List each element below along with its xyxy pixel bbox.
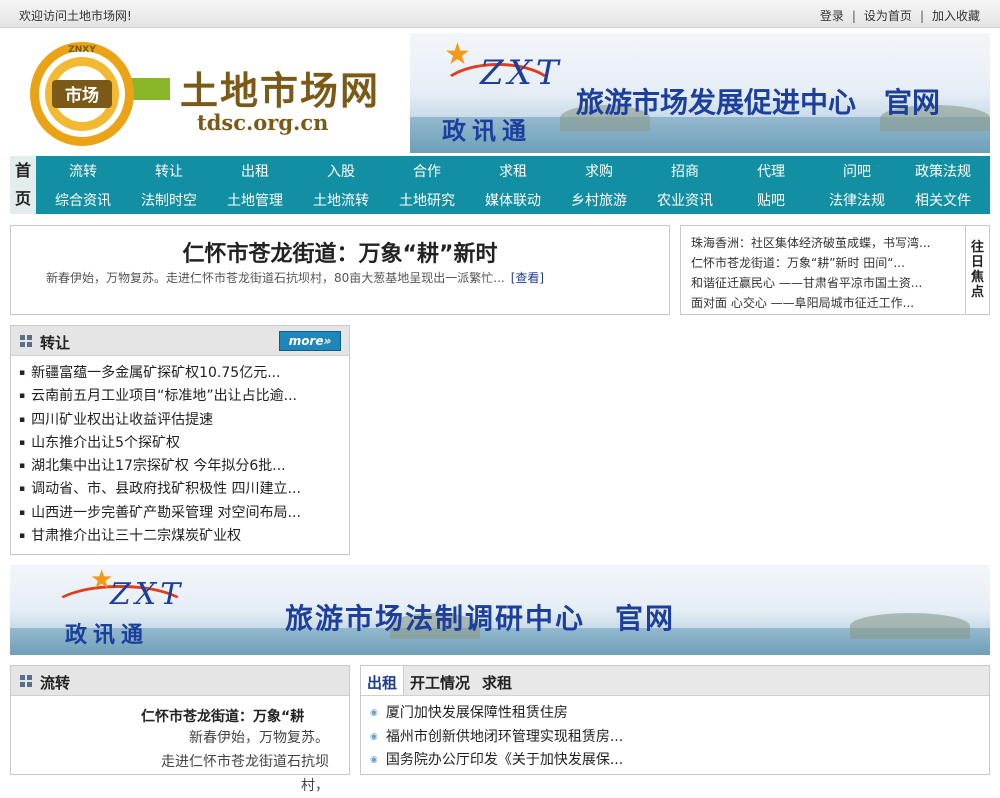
nav-item[interactable]: 代理 [728, 161, 814, 181]
grid-icon [20, 675, 32, 687]
focus-item[interactable]: 面对面 心交心 ——阜阳局城市征迁工作... [691, 293, 930, 313]
focus-item[interactable]: 和谐征迁赢民心 ——甘肃省平凉市国土资... [691, 273, 930, 293]
banner-brand: ZXT [480, 53, 563, 93]
site-name: 土地市场网 [180, 68, 381, 113]
transfer-box: 转让 more» 新疆富蕴一多金属矿探矿权10.75亿元... 云南前五月工业项… [10, 325, 350, 555]
nav-item[interactable]: 土地管理 [212, 190, 298, 210]
list-item[interactable]: 国务院办公厅印发《关于加快发展保... [370, 749, 989, 773]
more-button[interactable]: more» [279, 331, 341, 351]
headline-box: 仁怀市苍龙街道：万象“耕”新时 新春伊始，万物复苏。走进仁怀市苍龙街道石抗坝村，… [10, 225, 670, 315]
set-homepage-link[interactable]: 设为首页 [864, 9, 912, 23]
nav-item[interactable]: 法制时空 [126, 190, 212, 210]
banner-brand: ZXT [110, 577, 185, 612]
list-item[interactable]: 新疆富蕴一多金属矿探矿权10.75亿元... [19, 362, 349, 385]
list-item[interactable]: 四川矿业权出让收益评估提速 [19, 409, 349, 432]
headline-summary: 新春伊始，万物复苏。走进仁怀市苍龙街道石抗坝村，80亩大葱基地呈现出一派繁忙..… [46, 271, 545, 285]
welcome-text: 欢迎访问土地市场网! [19, 9, 132, 23]
logo-center-text: 市场 [65, 85, 99, 106]
rent-tabs-box: 出租 开工情况 求租 厦门加快发展保障性租赁住房 福州市创新供地闭环管理实现租赁… [360, 665, 990, 775]
login-link[interactable]: 登录 [820, 9, 844, 23]
main-nav: 首页 流转 转让 出租 入股 合作 求租 求购 招商 代理 问吧 政策法规 综合… [10, 156, 990, 214]
top-bar: 欢迎访问土地市场网! 登录 | 设为首页 | 加入收藏 [0, 0, 1000, 28]
nav-item[interactable]: 土地研究 [384, 190, 470, 210]
list-item[interactable]: 云南前五月工业项目“标准地”出让占比逾... [19, 385, 349, 408]
add-favorite-link[interactable]: 加入收藏 [932, 9, 980, 23]
site-domain: tdsc.org.cn [197, 110, 329, 135]
list-item[interactable]: 湖北集中出让17宗探矿权 今年拟分6批... [19, 455, 349, 478]
circulation-title: 流转 [40, 674, 71, 692]
nav-item[interactable]: 问吧 [814, 161, 900, 181]
nav-item[interactable]: 土地流转 [298, 190, 384, 210]
nav-item[interactable]: 招商 [642, 161, 728, 181]
nav-row-1: 流转 转让 出租 入股 合作 求租 求购 招商 代理 问吧 政策法规 [40, 161, 990, 181]
nav-home[interactable]: 首页 [10, 156, 36, 214]
nav-item[interactable]: 求购 [556, 161, 642, 181]
nav-item[interactable]: 出租 [212, 161, 298, 181]
nav-row-2: 综合资讯 法制时空 土地管理 土地流转 土地研究 媒体联动 乡村旅游 农业资讯 … [40, 190, 990, 210]
focus-item[interactable]: 珠海香洲：社区集体经济破茧成蝶，书写湾... [691, 233, 930, 253]
list-item[interactable]: 福州市创新供地闭环管理实现租赁房... [370, 726, 989, 750]
past-focus-label: 往日焦点 [965, 226, 989, 314]
list-item[interactable]: 山东推介出让5个探矿权 [19, 432, 349, 455]
past-focus-box: 珠海香洲：社区集体经济破茧成蝶，书写湾... 仁怀市苍龙街道：万象“耕”新时 田… [680, 225, 990, 315]
grid-icon [20, 335, 32, 347]
nav-item[interactable]: 法律法规 [814, 190, 900, 210]
nav-item[interactable]: 农业资讯 [642, 190, 728, 210]
mid-banner-ad[interactable]: ★ ZXT 政讯通 旅游市场法制调研中心 官网 [10, 565, 990, 655]
tab-bar: 出租 开工情况 求租 [361, 666, 989, 696]
headline-title[interactable]: 仁怀市苍龙街道：万象“耕”新时 [11, 236, 669, 268]
nav-item[interactable]: 求租 [470, 161, 556, 181]
nav-item[interactable]: 相关文件 [900, 190, 986, 210]
focus-item[interactable]: 仁怀市苍龙街道：万象“耕”新时 田间“... [691, 253, 930, 273]
site-logo-icon[interactable]: 市场 ZNXY [22, 38, 172, 150]
list-item[interactable]: 山西进一步完善矿产勘采管理 对空间布局... [19, 502, 349, 525]
nav-item[interactable]: 政策法规 [900, 161, 986, 181]
list-item[interactable]: 甘肃推介出让三十二宗煤炭矿业权 [19, 525, 349, 548]
banner-brand-cn: 政讯通 [65, 623, 150, 648]
top-links: 登录 | 设为首页 | 加入收藏 [819, 9, 980, 23]
feature-text: 新春伊始，万物复苏。 走进仁怀市苍龙街道石抗坝村， [161, 730, 329, 794]
feature-title[interactable]: 仁怀市苍龙街道：万象“耕 [141, 706, 304, 726]
nav-item[interactable]: 入股 [298, 161, 384, 181]
nav-item[interactable]: 转让 [126, 161, 212, 181]
banner-slogan: 旅游市场发展促进中心 官网 [576, 86, 941, 119]
nav-item[interactable]: 媒体联动 [470, 190, 556, 210]
nav-item[interactable]: 合作 [384, 161, 470, 181]
star-icon: ★ [444, 37, 471, 72]
list-item[interactable]: 调动省、市、县政府找矿积极性 四川建立... [19, 478, 349, 501]
nav-item[interactable]: 乡村旅游 [556, 190, 642, 210]
tab-rent-out[interactable]: 出租 [361, 666, 405, 695]
nav-item[interactable]: 综合资讯 [40, 190, 126, 210]
banner-slogan: 旅游市场法制调研中心 官网 [285, 602, 676, 635]
banner-brand-cn: 政讯通 [442, 117, 532, 145]
transfer-title: 转让 [40, 334, 71, 352]
tab-construction[interactable]: 开工情况 [404, 666, 476, 695]
circulation-box: 流转 仁怀市苍龙街道：万象“耕 新春伊始，万物复苏。 走进仁怀市苍龙街道石抗坝村… [10, 665, 350, 794]
list-item[interactable]: 厦门加快发展保障性租赁住房 [370, 702, 989, 726]
top-banner-ad[interactable]: ★ ZXT 政讯通 旅游市场发展促进中心 官网 [410, 33, 990, 153]
nav-item[interactable]: 流转 [40, 161, 126, 181]
logo-ring-text: ZNXY [68, 45, 96, 55]
tab-rent-wanted[interactable]: 求租 [476, 666, 518, 695]
nav-item[interactable]: 贴吧 [728, 190, 814, 210]
view-link[interactable]: [查看] [511, 271, 544, 285]
